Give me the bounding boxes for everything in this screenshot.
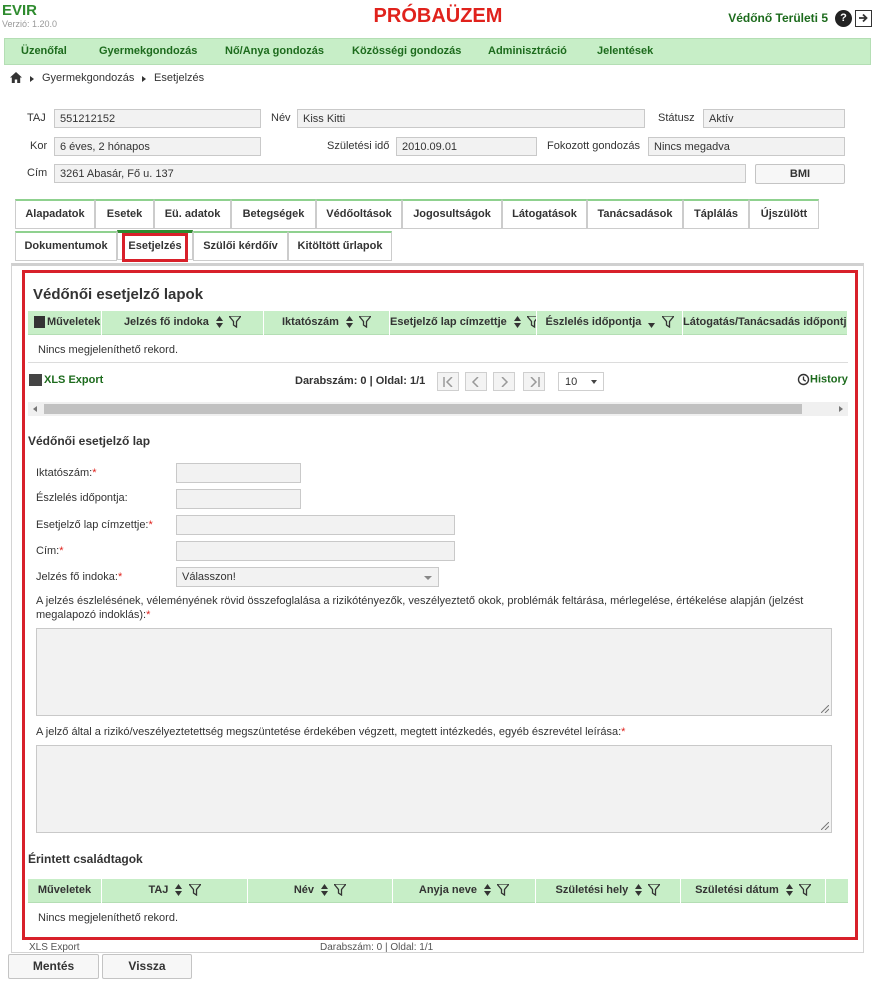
main-menu: Üzenőfal Gyermekgondozás Nő/Anya gondozá…	[4, 38, 871, 65]
taj-field: 551212152	[54, 109, 261, 128]
tab-taplalas[interactable]: Táplálás	[683, 199, 749, 229]
nev-label: Név	[271, 112, 291, 124]
current-user[interactable]: Védőnő Területi 5	[728, 11, 828, 25]
back-button[interactable]: Vissza	[102, 954, 192, 979]
fokozott-gondozas-label: Fokozott gondozás	[547, 140, 640, 152]
tab-esetek[interactable]: Esetek	[95, 199, 154, 229]
logout-icon[interactable]	[855, 10, 872, 27]
tab-vedooltasok[interactable]: Védőoltások	[316, 199, 402, 229]
taj-label: TAJ	[27, 112, 46, 124]
app-header: EVIR Verzió: 1.20.0 PRÓBAÜZEM Védőnő Ter…	[0, 0, 876, 36]
tab-eu-adatok[interactable]: Eü. adatok	[154, 199, 231, 229]
cim-field: 3261 Abasár, Fő u. 137	[54, 164, 746, 183]
tab-dokumentumok[interactable]: Dokumentumok	[15, 231, 117, 261]
help-icon[interactable]: ?	[835, 10, 852, 27]
fokozott-gondozas-field: Nincs megadva	[648, 137, 845, 156]
tab-alapadatok[interactable]: Alapadatok	[15, 199, 95, 229]
menu-uzenofal[interactable]: Üzenőfal	[21, 45, 67, 57]
tab-szuloi-kerdoiv[interactable]: Szülői kérdőív	[193, 231, 288, 261]
nev-field: Kiss Kitti	[297, 109, 645, 128]
family-record-count: Darabszám: 0 | Oldal: 1/1	[320, 942, 434, 953]
breadcrumb-separator-icon	[30, 76, 34, 82]
statusz-label: Státusz	[658, 112, 695, 124]
tab-ujszulott[interactable]: Újszülött	[749, 199, 819, 229]
szuletesi-ido-field: 2010.09.01	[396, 137, 537, 156]
kor-field: 6 éves, 2 hónapos	[54, 137, 261, 156]
menu-no-anya-gondozas[interactable]: Nő/Anya gondozás	[225, 45, 324, 57]
breadcrumb-gyermekgondozas[interactable]: Gyermekgondozás	[42, 72, 134, 84]
tab-betegsegek[interactable]: Betegségek	[231, 199, 316, 229]
statusz-field: Aktív	[703, 109, 845, 128]
home-icon[interactable]	[10, 72, 22, 86]
szuletesi-ido-label: Születési idő	[327, 140, 390, 152]
menu-jelentesek[interactable]: Jelentések	[597, 45, 653, 57]
active-tab-highlight	[122, 233, 188, 262]
breadcrumb-esetjelzes: Esetjelzés	[154, 72, 205, 84]
tab-tanacsadasok[interactable]: Tanácsadások	[587, 199, 683, 229]
menu-gyermekgondozas[interactable]: Gyermekgondozás	[99, 45, 197, 57]
bmi-button[interactable]: BMI	[755, 164, 845, 184]
family-xls-export-link[interactable]: XLS Export	[29, 942, 80, 953]
breadcrumb-separator-icon	[142, 76, 146, 82]
kor-label: Kor	[30, 140, 48, 152]
cim-label: Cím	[27, 167, 48, 179]
menu-adminisztracio[interactable]: Adminisztráció	[488, 45, 567, 57]
tab-latogatasok[interactable]: Látogatások	[502, 199, 587, 229]
save-button[interactable]: Mentés	[8, 954, 99, 979]
annotation-highlight-box	[22, 270, 858, 940]
tab-kitoltott-urlapok[interactable]: Kitöltött űrlapok	[288, 231, 392, 261]
tab-jogosultsagok[interactable]: Jogosultságok	[402, 199, 502, 229]
menu-kozossegi-gondozas[interactable]: Közösségi gondozás	[352, 45, 461, 57]
